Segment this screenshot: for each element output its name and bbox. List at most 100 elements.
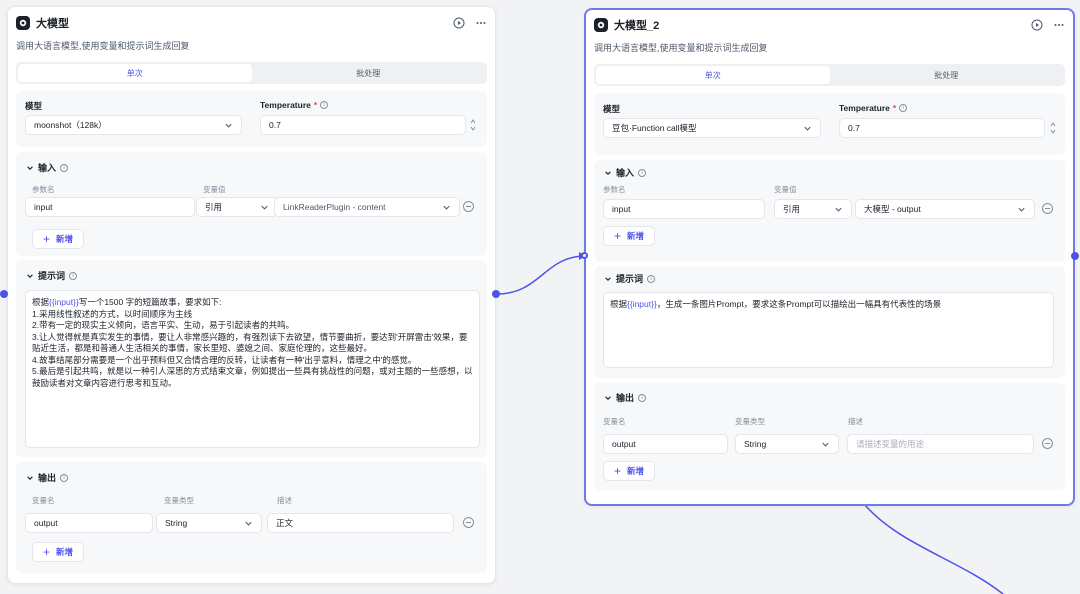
input-ref-select[interactable]: LinkReaderPlugin - content — [274, 197, 460, 217]
model-logo-icon — [16, 16, 30, 30]
prompt-section: 提示词 i 根据{{input}}，生成一条图片Prompt，要求这条Prompt… — [594, 266, 1065, 378]
input-type-select[interactable]: 引用 — [196, 197, 278, 217]
input-name-field[interactable]: input — [25, 197, 195, 217]
chevron-down-icon — [1018, 207, 1025, 212]
out-type-label: 变量类型 — [735, 417, 765, 426]
output-section: 输出 i 变量名 变量类型 描述 output String 正文 + 新增 — [16, 462, 487, 573]
edge-node1-node2 — [496, 255, 586, 295]
output-type-select[interactable]: String — [735, 434, 839, 454]
model-label: 模型 — [603, 104, 621, 114]
prompt-editor[interactable]: 根据{{input}}，生成一条图片Prompt，要求这条Prompt可以描绘出… — [603, 292, 1054, 368]
info-icon[interactable]: i — [638, 393, 647, 402]
chevron-down-icon — [822, 442, 829, 447]
info-icon[interactable]: i — [647, 274, 656, 283]
out-desc-label: 描述 — [848, 417, 863, 426]
node-description: 调用大语言模型,使用变量和提示词生成回复 — [594, 43, 768, 53]
remove-icon[interactable] — [1042, 438, 1053, 449]
plus-icon: + — [43, 545, 51, 559]
run-icon[interactable] — [1031, 19, 1043, 31]
node2-input-port[interactable] — [581, 252, 588, 259]
chevron-down-icon — [443, 205, 450, 210]
input-ref-select[interactable]: 大模型 - output — [855, 199, 1035, 219]
prompt-editor[interactable]: 根据{{input}}写一个1500 字的短篇故事，要求如下: 1.采用线性叙述… — [25, 290, 480, 448]
info-icon[interactable]: i — [899, 104, 908, 112]
plus-icon: + — [614, 229, 622, 243]
chevron-down-icon — [605, 276, 611, 281]
input-name-field[interactable]: input — [603, 199, 765, 219]
out-name-label: 变量名 — [32, 496, 55, 505]
info-icon[interactable]: i — [638, 168, 647, 177]
plus-icon: + — [614, 464, 622, 478]
temperature-stepper[interactable] — [469, 115, 477, 135]
out-type-label: 变量类型 — [164, 496, 194, 505]
more-icon[interactable] — [1053, 19, 1065, 31]
more-icon[interactable] — [475, 17, 487, 29]
plus-icon: + — [43, 232, 51, 246]
output-name-field[interactable]: output — [603, 434, 728, 454]
temperature-input[interactable]: 0.7 — [839, 118, 1045, 138]
info-icon[interactable]: i — [60, 163, 69, 172]
chevron-down-icon — [245, 521, 252, 526]
output-desc-field[interactable]: 请描述变量的用途 — [847, 434, 1034, 454]
tab-single[interactable]: 单次 — [596, 66, 830, 84]
workflow-canvas[interactable]: 大模型 调用大语言模型,使用变量和提示词生成回复 单次 批处理 模型 moons… — [0, 0, 1080, 594]
prompt-variable: {{input}} — [49, 297, 79, 307]
node-header: 大模型 — [16, 13, 487, 33]
run-icon[interactable] — [453, 17, 465, 29]
chevron-down-icon — [225, 123, 232, 128]
prompt-section-title[interactable]: 提示词 i — [604, 272, 656, 285]
llm-node-2[interactable]: 大模型_2 调用大语言模型,使用变量和提示词生成回复 单次 批处理 模型 豆包·… — [584, 8, 1075, 506]
model-value: 豆包·Function call模型 — [612, 123, 697, 133]
remove-icon[interactable] — [463, 201, 474, 212]
remove-icon[interactable] — [1042, 203, 1053, 214]
add-input-button[interactable]: + 新增 — [32, 229, 85, 249]
chevron-down-icon — [835, 207, 842, 212]
mode-tabs: 单次 批处理 — [16, 62, 487, 84]
param-name-label: 参数名 — [603, 185, 626, 194]
out-name-label: 变量名 — [603, 417, 626, 426]
input-section-title[interactable]: 输入 i — [604, 166, 647, 179]
remove-icon[interactable] — [463, 517, 474, 528]
output-section-title[interactable]: 输出 i — [26, 471, 69, 484]
tab-batch[interactable]: 批处理 — [830, 66, 1064, 84]
input-section-title[interactable]: 输入 i — [26, 161, 69, 174]
prompt-section: 提示词 i 根据{{input}}写一个1500 字的短篇故事，要求如下: 1.采… — [16, 260, 487, 457]
input-type-select[interactable]: 引用 — [774, 199, 852, 219]
temperature-stepper[interactable] — [1049, 118, 1057, 138]
add-output-button[interactable]: + 新增 — [32, 542, 85, 562]
node1-input-port[interactable] — [0, 290, 8, 298]
output-section-title[interactable]: 输出 i — [604, 391, 647, 404]
model-select[interactable]: 豆包·Function call模型 — [603, 118, 821, 138]
llm-node-1[interactable]: 大模型 调用大语言模型,使用变量和提示词生成回复 单次 批处理 模型 moons… — [7, 6, 496, 584]
tab-batch[interactable]: 批处理 — [252, 64, 486, 82]
tab-single[interactable]: 单次 — [18, 64, 252, 82]
chevron-down-icon — [605, 170, 611, 175]
output-type-select[interactable]: String — [156, 513, 262, 533]
node-header: 大模型_2 — [594, 15, 1065, 35]
info-icon[interactable]: i — [320, 101, 329, 109]
info-icon[interactable]: i — [60, 473, 69, 482]
model-logo-icon — [594, 18, 608, 32]
model-select[interactable]: moonshot（128k） — [25, 115, 242, 135]
model-section: 模型 moonshot（128k） Temperature * i 0.7 — [16, 91, 487, 147]
input-section: 输入 i 参数名 变量值 input 引用 LinkReaderPlugin - … — [16, 152, 487, 256]
node-title[interactable]: 大模型 — [36, 15, 69, 31]
prompt-section-title[interactable]: 提示词 i — [26, 269, 78, 282]
temperature-input[interactable]: 0.7 — [260, 115, 466, 135]
output-section: 输出 i 变量名 变量类型 描述 output String 请描述变量的用途 +… — [594, 383, 1065, 490]
input-section: 输入 i 参数名 变量值 input 引用 大模型 - output + 新增 — [594, 160, 1065, 262]
info-icon[interactable]: i — [69, 271, 78, 280]
param-name-label: 参数名 — [32, 185, 55, 194]
add-output-button[interactable]: + 新增 — [603, 461, 656, 481]
output-desc-field[interactable]: 正文 — [267, 513, 454, 533]
add-input-button[interactable]: + 新增 — [603, 226, 656, 246]
output-name-field[interactable]: output — [25, 513, 153, 533]
prompt-variable: {{input}} — [627, 299, 657, 309]
node1-output-port[interactable] — [492, 290, 500, 298]
param-value-label: 变量值 — [774, 185, 797, 194]
edge-node2-out — [864, 504, 1004, 594]
out-desc-label: 描述 — [277, 496, 292, 505]
model-section: 模型 豆包·Function call模型 Temperature * i 0.7 — [594, 93, 1065, 155]
node-title[interactable]: 大模型_2 — [614, 17, 659, 33]
node2-output-port[interactable] — [1071, 252, 1079, 260]
